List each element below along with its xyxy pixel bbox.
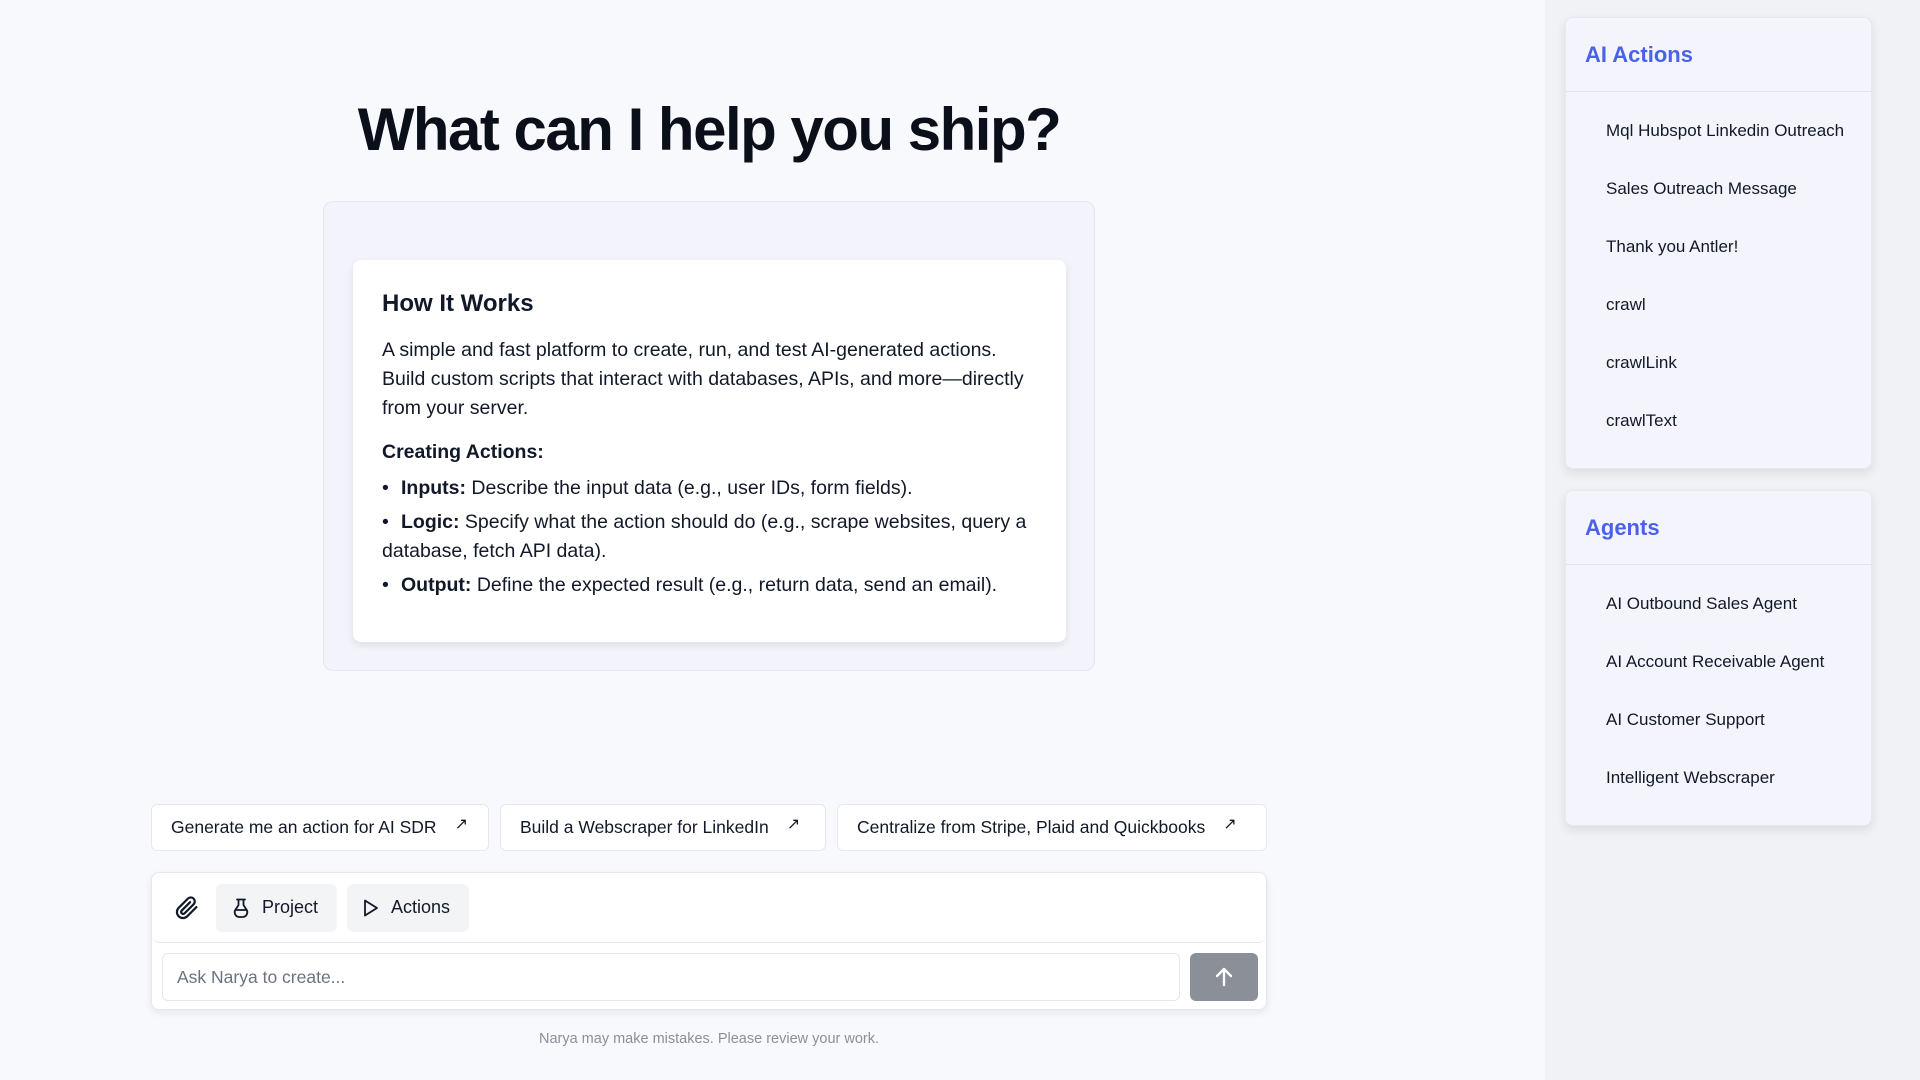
list-item-inputs: • Inputs: Describe the input data (e.g., … bbox=[382, 474, 1037, 503]
agent-item[interactable]: AI Customer Support bbox=[1566, 691, 1871, 749]
agents-title: Agents bbox=[1566, 491, 1871, 565]
list-item-text: Describe the input data (e.g., user IDs,… bbox=[471, 477, 913, 499]
suggestion-label: Build a Webscraper for LinkedIn bbox=[520, 817, 769, 837]
agents-panel: Agents AI Outbound Sales Agent AI Accoun… bbox=[1565, 490, 1872, 826]
bullet-icon: • bbox=[382, 511, 389, 533]
suggestion-ai-sdr-button[interactable]: Generate me an action for AI SDR ↗ bbox=[151, 804, 489, 851]
ai-action-item[interactable]: crawl bbox=[1566, 276, 1871, 334]
suggestion-label: Generate me an action for AI SDR bbox=[171, 817, 437, 837]
arrow-up-icon bbox=[1215, 967, 1233, 987]
project-button[interactable]: Project bbox=[216, 883, 338, 932]
project-label: Project bbox=[262, 897, 319, 917]
actions-label: Actions bbox=[391, 897, 451, 917]
agent-item[interactable]: AI Outbound Sales Agent bbox=[1566, 575, 1871, 633]
agents-list: AI Outbound Sales Agent AI Account Recei… bbox=[1566, 565, 1871, 807]
agent-item[interactable]: Intelligent Webscraper bbox=[1566, 749, 1871, 807]
arrow-up-right-icon: ↗ bbox=[1223, 815, 1237, 833]
disclaimer-text: Narya may make mistakes. Please review y… bbox=[538, 1031, 880, 1047]
suggestion-label: Centralize from Stripe, Plaid and Quickb… bbox=[857, 817, 1206, 837]
list-item-label: Inputs: bbox=[401, 477, 466, 499]
suggestion-linkedin-webscraper-button[interactable]: Build a Webscraper for LinkedIn ↗ bbox=[500, 804, 826, 851]
ai-action-item[interactable]: crawlText bbox=[1566, 392, 1871, 450]
composer-toolbar: Project Actions bbox=[152, 873, 1266, 943]
list-item-output: • Output: Define the expected result (e.g… bbox=[382, 571, 1037, 600]
ai-action-item[interactable]: Sales Outreach Message bbox=[1566, 160, 1871, 218]
bullet-icon: • bbox=[382, 477, 389, 499]
how-it-works-title: How It Works bbox=[382, 290, 534, 317]
creating-actions-heading: Creating Actions: bbox=[382, 441, 544, 463]
how-it-works-container: How It Works A simple and fast platform … bbox=[323, 201, 1095, 671]
arrow-up-right-icon: ↗ bbox=[786, 815, 801, 833]
composer: Project Actions bbox=[151, 872, 1267, 1010]
list-item-label: Logic: bbox=[401, 511, 460, 533]
play-icon bbox=[364, 899, 378, 916]
arrow-up-right-icon: ↗ bbox=[454, 815, 468, 833]
list-item-text: Specify what the action should do (e.g.,… bbox=[382, 511, 1027, 562]
list-item-text: Define the expected result (e.g., return… bbox=[476, 574, 998, 596]
attach-button[interactable] bbox=[174, 895, 200, 921]
suggestion-centralize-button[interactable]: Centralize from Stripe, Plaid and Quickb… bbox=[837, 804, 1267, 851]
list-item-logic: • Logic: Specify what the action should d… bbox=[382, 508, 1037, 566]
actions-button[interactable]: Actions bbox=[347, 883, 470, 932]
page-title: What can I help you ship? bbox=[357, 96, 1062, 163]
prompt-input[interactable] bbox=[162, 953, 1180, 1001]
ai-actions-list: Mql Hubspot Linkedin Outreach Sales Outr… bbox=[1566, 92, 1871, 450]
ai-action-item[interactable]: Mql Hubspot Linkedin Outreach bbox=[1566, 102, 1871, 160]
main-area: What can I help you ship? How It Works A… bbox=[0, 0, 1545, 1080]
right-sidebar: AI Actions Mql Hubspot Linkedin Outreach… bbox=[1545, 0, 1920, 1080]
paperclip-icon bbox=[175, 895, 198, 919]
agent-item[interactable]: AI Account Receivable Agent bbox=[1566, 633, 1871, 691]
ai-action-item[interactable]: crawlLink bbox=[1566, 334, 1871, 392]
send-button[interactable] bbox=[1190, 953, 1258, 1001]
ai-action-item[interactable]: Thank you Antler! bbox=[1566, 218, 1871, 276]
how-it-works-card: How It Works A simple and fast platform … bbox=[353, 260, 1066, 642]
list-item-label: Output: bbox=[401, 574, 472, 596]
ai-actions-panel: AI Actions Mql Hubspot Linkedin Outreach… bbox=[1565, 17, 1872, 469]
how-it-works-description: A simple and fast platform to create, ru… bbox=[382, 339, 1024, 419]
creating-actions-list: • Inputs: Describe the input data (e.g., … bbox=[382, 474, 1037, 600]
flask-icon bbox=[233, 898, 249, 918]
bullet-icon: • bbox=[382, 574, 389, 596]
ai-actions-title: AI Actions bbox=[1566, 18, 1871, 92]
